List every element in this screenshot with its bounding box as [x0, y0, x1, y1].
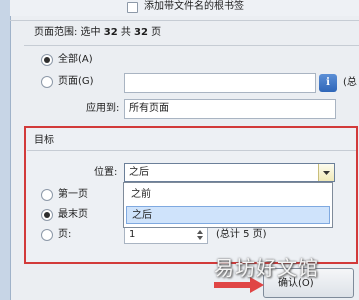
radio-all-pages-label: 全部(A) — [58, 54, 93, 65]
watermark: 易坊好文馆 — [214, 256, 319, 280]
chevron-down-icon — [323, 171, 330, 175]
apply-to-select[interactable]: 所有页面 — [124, 99, 336, 119]
radio-page-label: 页: — [58, 229, 72, 240]
selected-count: 32 — [103, 27, 118, 38]
radio-last-page-label: 最末页 — [58, 209, 88, 220]
add-root-bookmark-checkbox[interactable] — [127, 2, 138, 13]
radio-pages-label: 页面(G) — [58, 76, 94, 87]
info-icon[interactable]: i — [319, 74, 337, 92]
page-number-spinner[interactable]: 1 — [124, 226, 208, 244]
total-hint: (总 — [343, 77, 357, 88]
divider — [27, 150, 356, 151]
radio-pages[interactable] — [41, 76, 53, 88]
position-dropdown-button[interactable] — [318, 164, 334, 181]
page-total-hint: (总计 5 页) — [216, 229, 267, 240]
radio-first-page[interactable] — [41, 189, 53, 201]
page-range-heading: 页面范围: 选中 32 共 32 页 — [34, 27, 162, 38]
dropdown-option-before[interactable]: 之前 — [126, 186, 330, 204]
position-value: 之后 — [129, 167, 149, 178]
spinner-arrows-icon[interactable] — [194, 228, 206, 242]
dropdown-option-after[interactable]: 之后 — [126, 206, 330, 224]
target-group-title: 目标 — [34, 135, 54, 146]
position-dropdown-list: 之前 之后 — [123, 182, 333, 228]
add-root-bookmark-label: 添加带文件名的根书签 — [144, 1, 244, 12]
radio-last-page[interactable] — [41, 209, 53, 221]
radio-all-pages[interactable] — [41, 54, 53, 66]
divider — [24, 45, 359, 46]
divider — [10, 20, 359, 21]
position-select[interactable]: 之后 — [124, 163, 335, 182]
radio-page[interactable] — [41, 229, 53, 241]
radio-first-page-label: 第一页 — [58, 189, 88, 200]
total-count: 32 — [134, 27, 148, 38]
apply-to-value: 所有页面 — [129, 103, 169, 114]
pages-input[interactable] — [124, 73, 316, 93]
position-label: 位置: — [94, 167, 118, 178]
page-number-value: 1 — [129, 229, 136, 240]
apply-to-label: 应用到: — [86, 103, 120, 114]
window-left-frame — [0, 0, 11, 300]
